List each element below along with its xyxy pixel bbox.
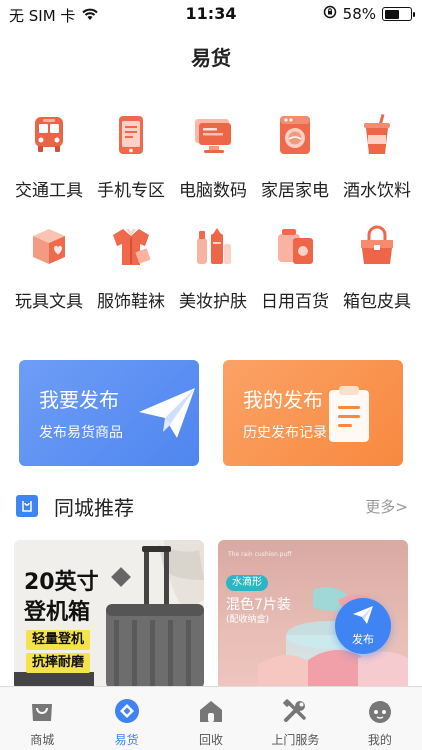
- washing-machine-icon: [270, 110, 320, 160]
- clipboard-icon: [327, 384, 373, 448]
- tab-mine[interactable]: 我的: [338, 687, 422, 750]
- product-headline-line2: 登机箱: [24, 600, 91, 625]
- exchange-icon: [113, 697, 141, 725]
- more-link[interactable]: 更多>: [365, 496, 408, 517]
- product-card[interactable]: 20英寸 登机箱 轻量登机 抗摔耐磨: [14, 540, 204, 690]
- product-caption: The rain cushion puff: [228, 551, 292, 558]
- category-toys[interactable]: 玩具文具: [8, 221, 90, 312]
- category-label: 电脑数码: [179, 181, 247, 201]
- battery-fill: [384, 9, 399, 19]
- paper-plane-icon: [352, 605, 374, 629]
- bag-icon: [16, 495, 38, 517]
- section-header: 同城推荐 更多>: [16, 490, 408, 522]
- category-home-appliance[interactable]: 家居家电: [254, 110, 336, 201]
- handbag-icon: [352, 221, 402, 271]
- publish-fab-button[interactable]: 发布: [335, 598, 391, 654]
- category-label: 日用百货: [261, 292, 329, 312]
- tab-bar: 商城 易货 回收 上门服务 我的: [0, 686, 422, 750]
- category-daily-goods[interactable]: 日用百货: [254, 221, 336, 312]
- profile-icon: [366, 697, 394, 725]
- product-subtitle: (配收纳盒): [226, 615, 270, 625]
- product-badge: 水滴形: [226, 575, 268, 591]
- product-title: 混色7片装: [226, 597, 291, 613]
- clothing-icon: [106, 221, 156, 271]
- tab-label: 商城: [30, 733, 55, 747]
- category-label: 酒水饮料: [343, 181, 411, 201]
- product-tag: 抗摔耐磨: [26, 653, 91, 673]
- category-label: 家居家电: [261, 181, 329, 201]
- computer-icon: [188, 110, 238, 160]
- category-label: 交通工具: [15, 181, 83, 201]
- battery-text: 58%: [342, 5, 376, 23]
- publish-mine-title: 我的发布: [243, 388, 323, 412]
- publish-new-title: 我要发布: [39, 388, 119, 412]
- category-label: 美妆护肤: [179, 292, 247, 312]
- category-label: 手机专区: [97, 181, 165, 201]
- tab-recycle[interactable]: 回收: [169, 687, 253, 750]
- category-cosmetics[interactable]: 美妆护肤: [172, 221, 254, 312]
- tab-mall[interactable]: 商城: [0, 687, 84, 750]
- tools-icon: [281, 697, 309, 725]
- shopping-bag-icon: [28, 697, 56, 725]
- product-headline-line1: 20英寸: [24, 570, 99, 595]
- phone-icon: [106, 110, 156, 160]
- status-right: 58%: [323, 5, 415, 23]
- category-computer[interactable]: 电脑数码: [172, 110, 254, 201]
- battery-icon: [382, 7, 415, 21]
- page-title: 易货: [191, 46, 231, 70]
- status-bar: 无 SIM 卡 11:34 58%: [0, 0, 422, 28]
- rotation-lock-icon: [323, 5, 337, 23]
- publish-mine-subtitle: 历史发布记录: [243, 425, 327, 441]
- drink-cup-icon: [352, 110, 402, 160]
- publish-new-subtitle: 发布易货商品: [39, 425, 123, 441]
- tab-exchange[interactable]: 易货: [84, 687, 168, 750]
- category-label: 玩具文具: [15, 292, 83, 312]
- product-headline: 20英寸 登机箱: [24, 568, 99, 628]
- category-grid: 交通工具 手机专区 电脑数码 家居家电 酒水饮料 玩具文具 服饰鞋袜 美妆护肤 …: [8, 110, 418, 312]
- cosmetics-icon: [188, 221, 238, 271]
- home-icon: [197, 697, 225, 725]
- category-bags[interactable]: 箱包皮具: [336, 221, 418, 312]
- tab-label: 上门服务: [271, 733, 320, 747]
- tab-label: 回收: [199, 733, 224, 747]
- daily-goods-icon: [270, 221, 320, 271]
- category-label: 服饰鞋袜: [97, 292, 165, 312]
- category-transport[interactable]: 交通工具: [8, 110, 90, 201]
- toy-box-icon: [24, 221, 74, 271]
- category-label: 箱包皮具: [343, 292, 411, 312]
- section-title: 同城推荐: [54, 495, 134, 520]
- category-clothing[interactable]: 服饰鞋袜: [90, 221, 172, 312]
- publish-new-card[interactable]: 我要发布 发布易货商品: [19, 360, 199, 466]
- product-tag: 轻量登机: [26, 630, 91, 650]
- tab-label: 易货: [114, 733, 139, 747]
- bus-icon: [24, 110, 74, 160]
- paper-plane-icon: [137, 382, 199, 448]
- publish-fab-label: 发布: [352, 633, 374, 646]
- tab-label: 我的: [367, 733, 392, 747]
- category-drinks[interactable]: 酒水饮料: [336, 110, 418, 201]
- publish-mine-card[interactable]: 我的发布 历史发布记录: [223, 360, 403, 466]
- category-phone[interactable]: 手机专区: [90, 110, 172, 201]
- tab-home-service[interactable]: 上门服务: [253, 687, 337, 750]
